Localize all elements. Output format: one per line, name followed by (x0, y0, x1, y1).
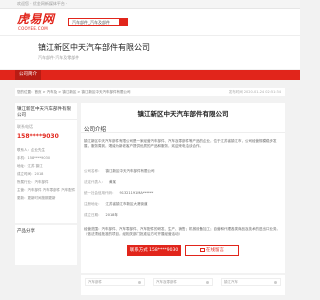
related-tag-label: 汽车及零部件 (156, 280, 177, 284)
message-button[interactable]: 在线留言 (185, 245, 239, 256)
company-bar: 镇江新区中天汽车部件有限公司 汽车部件·汽车及零部件 (0, 35, 300, 69)
sidebar-row: 更新：更新时间按期更新 (17, 196, 56, 200)
sidebar-row: 联系人：企业先生 (17, 148, 45, 152)
info-row: 成立日期： 2018年 (84, 213, 118, 218)
logo-cn: 虎易网 (17, 12, 55, 26)
info-value: 2018年 (105, 213, 118, 217)
section-heading: 公司介绍 (81, 123, 285, 133)
info-label: 公司名称： (84, 169, 102, 173)
sidebar-contact-label: 联系电话 (17, 124, 33, 129)
dot-icon (274, 281, 277, 284)
dot-icon (206, 281, 209, 284)
search-input[interactable]: 汽车部件_汽车及部件 (68, 18, 120, 26)
sidebar-row: 成立时间：2018 (17, 172, 44, 176)
dot-icon (138, 281, 141, 284)
publish-time: 发布时间 2020-01-24 02:51:34 (228, 89, 281, 94)
related-tag[interactable]: 汽车部件 (85, 278, 145, 286)
breadcrumb-path[interactable]: 您的位置：首页 > 汽车及 > 镇江新区 > 镇江新区中天汽车部件有限公司 (17, 90, 130, 95)
logo-en: COOYEE.COM (18, 26, 49, 31)
info-row: 法定代表人： 黄某 (84, 180, 116, 185)
company-subtitle: 汽车部件·汽车及零部件 (38, 55, 80, 60)
related-tags: 汽车部件 汽车及零部件 镇江汽车 (81, 275, 285, 295)
sidebar-phone[interactable]: 158****9030 (17, 133, 59, 140)
site-header: 虎易网 COOYEE.COM 汽车部件_汽车及部件 (0, 9, 300, 35)
sidebar-row: 地址：江苏 镇江 (17, 164, 43, 168)
info-label: 成立日期： (84, 213, 102, 217)
info-label: 法定代表人： (84, 180, 105, 184)
section-heading-text: 公司介绍 (84, 127, 107, 133)
business-scope-text: 经营范围：汽车部件、汽车零部件、汽车配件的研发、生产、销售；机械设备加工；自营和… (84, 227, 280, 236)
breadcrumb: 您的位置：首页 > 汽车及 > 镇江新区 > 镇江新区中天汽车部件有限公司 发布… (15, 88, 285, 96)
sidebar-row: 手机：158****9030 (17, 156, 51, 160)
sidebar-company-name-text: 镇江新区中天汽车部件有限公司 (17, 107, 71, 118)
site-logo[interactable]: 虎易网 COOYEE.COM (17, 13, 59, 33)
related-tag[interactable]: 汽车及零部件 (153, 278, 213, 286)
top-bar: 欢迎您 · 优金网新媒体平台 · (0, 0, 300, 9)
info-label: 注册地址： (84, 202, 102, 206)
search-value: 汽车部件_汽车及部件 (72, 20, 110, 25)
info-row: 统一社会信用代码： 91321191MA****** (84, 191, 153, 196)
message-icon (200, 247, 205, 252)
sidebar-company-name: 镇江新区中天汽车部件有限公司 (15, 103, 77, 120)
top-bar-text: 欢迎您 · 优金网新媒体平台 · (17, 1, 68, 6)
info-value: 91321191MA****** (119, 191, 154, 195)
main-content: 镇江新区中天汽车部件有限公司 公司介绍 镇江新区中天汽车部件有限公司是一家经营汽… (81, 103, 285, 273)
products-title: 产品分享 (17, 229, 35, 234)
sidebar-card: 镇江新区中天汽车部件有限公司 联系电话 158****9030 联系人：企业先生… (15, 103, 77, 223)
info-value: 黄某 (109, 180, 116, 184)
message-button-label: 在线留言 (206, 248, 224, 253)
main-title: 镇江新区中天汽车部件有限公司 (137, 110, 229, 118)
nav-item-company-intro[interactable]: 公司简介 (15, 70, 41, 80)
company-intro-text: 镇江新区中天汽车部件有限公司是一家经营汽车部件、汽车及零部件等产品的企业，位于江… (84, 139, 277, 148)
info-value: 江苏省镇江市新区大港街道 (105, 202, 148, 206)
nav-bar: 公司简介 (0, 70, 300, 80)
related-tag-label: 镇江汽车 (224, 280, 238, 284)
info-row: 注册地址： 江苏省镇江市新区大港街道 (84, 202, 148, 207)
info-row: 公司名称： 镇江新区中天汽车部件有限公司 (84, 169, 155, 174)
search-button[interactable] (119, 18, 128, 26)
sidebar-row: 主营：汽车部件 汽车零部件 汽车配件 (17, 188, 76, 192)
contact-phone-button[interactable]: 联系方式 158****9030 (127, 245, 181, 256)
related-tag-label: 汽车部件 (88, 280, 102, 284)
sidebar-row: 所属行业：汽车部件 (17, 180, 49, 184)
related-tag[interactable]: 镇江汽车 (221, 278, 281, 286)
info-value: 镇江新区中天汽车部件有限公司 (105, 169, 155, 173)
info-label: 统一社会信用代码： (84, 191, 116, 195)
products-card: 产品分享 (15, 225, 77, 265)
company-title: 镇江新区中天汽车部件有限公司 (38, 43, 150, 52)
